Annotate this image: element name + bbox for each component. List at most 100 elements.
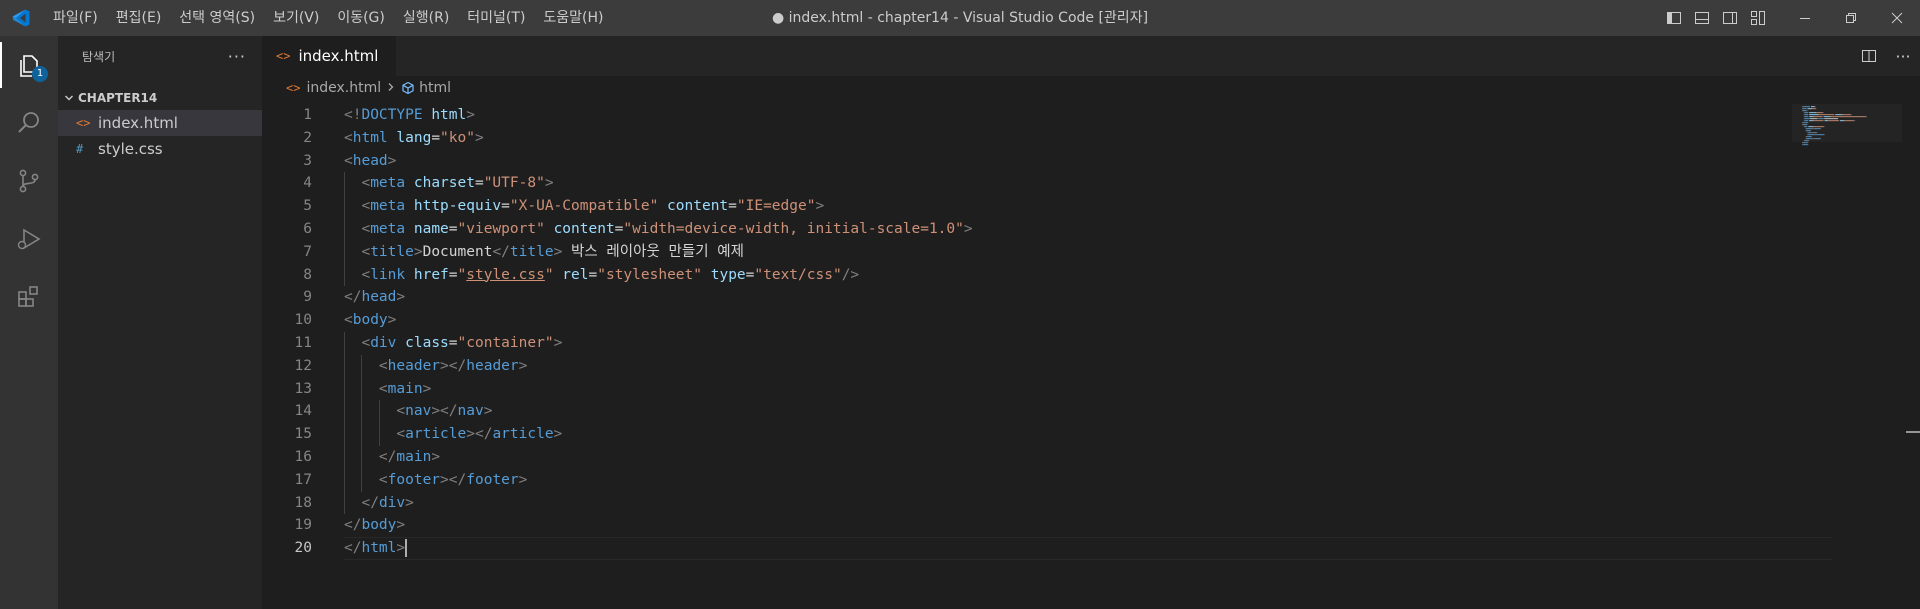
file-index-html[interactable]: <> index.html [58,110,262,136]
code-token: = [448,334,458,351]
line-number: 18 [294,494,312,511]
more-actions-icon[interactable]: ··· [228,47,246,66]
code-token: html [431,107,467,123]
activity-bar: 1 [0,36,58,609]
line-number: 6 [303,220,312,237]
menu-selection[interactable]: 선택 영역(S) [170,0,264,36]
customize-layout-icon[interactable] [1744,0,1772,36]
minimap-token [1806,130,1811,132]
code-token: > [396,289,406,306]
minimap-token [1802,108,1803,110]
code-token: div [378,494,406,511]
code-line[interactable]: 7 <title>Document</title> 박스 레이아웃 만들기 예제 [262,240,1920,264]
code-line[interactable]: 2 <html lang="ko"> [262,127,1920,150]
menu-go[interactable]: 이동(G) [328,0,394,36]
code-token: style.css [466,266,545,283]
code-token: name [413,220,449,237]
vertical-scrollbar[interactable] [1906,104,1920,609]
toggle-secondary-sidebar-icon[interactable] [1716,0,1744,36]
symbol-icon [401,81,415,95]
code-text: </body> [344,514,405,537]
code-text: <nav></nav> [344,400,492,423]
code-line[interactable]: 6 <meta name="viewport" content="width=d… [262,217,1920,241]
line-number: 16 [294,448,312,465]
code-text: <meta name="viewport" content="width=dev… [344,218,972,241]
code-token: > [553,243,563,260]
toggle-panel-icon[interactable] [1688,0,1716,36]
code-token: > [431,448,441,465]
more-actions-icon[interactable]: ··· [1886,47,1920,66]
code-token: > [474,129,484,146]
code-line[interactable]: 15 <article></article> [262,423,1920,446]
minimap-token [1808,134,1815,136]
code-line[interactable]: 1 <!DOCTYPE html> [262,104,1920,127]
search-icon[interactable] [0,94,58,152]
menu-file[interactable]: 파일(F) [44,0,107,36]
explorer-icon[interactable]: 1 [0,36,58,94]
file-label: style.css [98,140,163,158]
split-editor-icon[interactable] [1852,48,1886,64]
code-line[interactable]: 4 <meta charset="UTF-8"> [262,172,1920,196]
code-line[interactable]: 8 <link href="style.css" rel="stylesheet… [262,263,1920,287]
code-token: > [422,380,432,397]
code-line[interactable]: 13 <main> [262,377,1920,401]
run-debug-icon[interactable] [0,210,58,268]
code-token: content [667,198,729,215]
code-token: "text/css" [754,266,842,283]
code-token: > [396,517,406,534]
code-text: <meta http-equiv="X-UA-Compatible" conte… [344,195,824,218]
line-number: 2 [303,129,312,146]
minimap-token [1829,116,1831,118]
menu-edit[interactable]: 편집(E) [107,0,171,36]
minimap-token [1810,118,1818,120]
line-number: 15 [294,426,312,443]
code-line[interactable]: 3 <head> [262,150,1920,173]
code-line[interactable]: 10 <body> [262,309,1920,332]
code-token: < [361,220,371,237]
breadcrumb-file[interactable]: index.html [306,80,381,96]
code-editor[interactable]: 1 <!DOCTYPE html> 2 <html lang="ko"> 3 <head>… [262,104,1920,609]
extensions-icon[interactable] [0,268,58,326]
code-line[interactable]: 18 </div> [262,491,1920,515]
close-icon[interactable] [1874,0,1920,36]
menu-run[interactable]: 실행(R) [394,0,458,36]
menu-bar: 파일(F) 편집(E) 선택 영역(S) 보기(V) 이동(G) 실행(R) 터… [44,0,613,36]
code-line[interactable]: 9 </head> [262,286,1920,309]
source-control-icon[interactable] [0,152,58,210]
code-line[interactable]: 14 <nav></nav> [262,400,1920,424]
code-line[interactable]: 19 </body> [262,514,1920,537]
code-line[interactable]: 5 <meta http-equiv="X-UA-Compatible" con… [262,195,1920,218]
toggle-primary-sidebar-icon[interactable] [1660,0,1688,36]
code-line[interactable]: 11 <div class="container"> [262,331,1920,355]
minimap[interactable] [1792,104,1902,184]
minimap-token [1811,128,1815,130]
code-token: > [466,107,475,123]
folder-chapter14[interactable]: CHAPTER14 [58,86,262,110]
code-token: > [387,152,397,169]
minimap-token [1807,122,1809,124]
html-file-icon: <> [286,81,301,95]
restore-icon[interactable] [1828,0,1874,36]
code-line[interactable]: 12 <header></header> [262,354,1920,378]
code-token: </ [492,243,510,260]
breadcrumb: <> index.html html [262,76,1920,100]
code-token: class [405,334,449,351]
file-style-css[interactable]: # style.css [58,136,262,162]
menu-terminal[interactable]: 터미널(T) [458,0,534,36]
code-line[interactable]: 16 </main> [262,445,1920,469]
code-line[interactable]: 17 <footer></footer> [262,468,1920,492]
menu-view[interactable]: 보기(V) [264,0,328,36]
minimap-token [1805,130,1807,132]
minimap-token [1811,136,1812,138]
minimize-icon[interactable] [1782,0,1828,36]
menu-help[interactable]: 도움말(H) [534,0,612,36]
tab-index-html[interactable]: <> index.html [262,36,396,76]
minimap-token [1822,112,1824,114]
breadcrumb-symbol[interactable]: html [419,80,451,96]
code-line[interactable]: 20 </html> [262,537,1920,560]
